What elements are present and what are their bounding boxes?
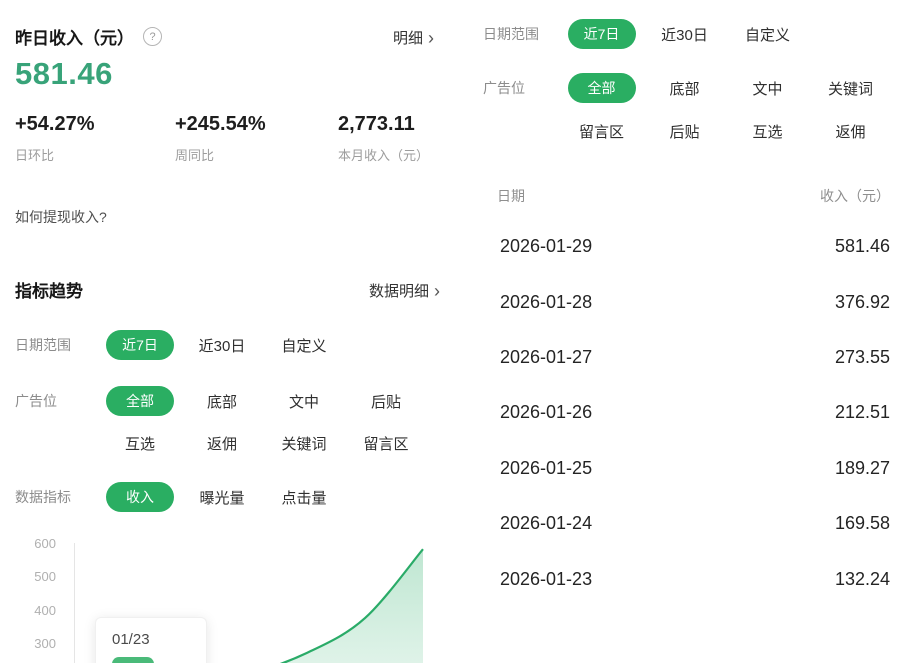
row-income: 189.27 (835, 458, 890, 479)
yesterday-income-title: 昨日收入（元） ? (15, 24, 162, 49)
option-post-roll[interactable]: 后贴 (669, 121, 699, 142)
option-all[interactable]: 全部 (106, 386, 174, 416)
detail-link-label: 明细 (393, 27, 423, 48)
option-keyword[interactable]: 关键词 (281, 433, 326, 454)
option-mutual[interactable]: 互选 (752, 121, 782, 142)
filter-ad-position: 广告位 全部 底部 文中 后贴 (0, 386, 427, 416)
option-last7days[interactable]: 近7日 (568, 19, 636, 49)
table-row: 2026-01-29 581.46 (460, 219, 912, 274)
table-row: 2026-01-23 132.24 (460, 551, 912, 606)
detail-link[interactable]: 明细 › (393, 27, 434, 48)
withdraw-help-link[interactable]: 如何提现收入? (15, 207, 107, 227)
help-icon[interactable]: ? (143, 27, 162, 46)
row-income: 169.58 (835, 513, 890, 534)
option-bottom[interactable]: 底部 (669, 78, 699, 99)
row-date: 2026-01-28 (500, 292, 592, 313)
table-row: 2026-01-27 273.55 (460, 330, 912, 385)
option-mutual[interactable]: 互选 (125, 433, 155, 454)
option-in-text[interactable]: 文中 (289, 391, 319, 412)
row-date: 2026-01-26 (500, 402, 592, 423)
row-date: 2026-01-23 (500, 569, 592, 590)
option-keyword[interactable]: 关键词 (828, 78, 873, 99)
option-post-roll[interactable]: 后贴 (371, 391, 401, 412)
stats-row: +54.27% 日环比 +245.54% 周同比 2,773.11 本月收入（元… (15, 113, 429, 164)
row-income: 581.46 (835, 236, 890, 257)
row-income: 273.55 (835, 347, 890, 368)
stat-day-over-day: +54.27% 日环比 (15, 113, 175, 164)
option-in-text[interactable]: 文中 (752, 78, 782, 99)
option-last7days[interactable]: 近7日 (106, 330, 174, 360)
chart-tooltip: 01/23 (95, 617, 207, 663)
yesterday-income-title-text: 昨日收入（元） (15, 24, 134, 49)
option-impressions[interactable]: 曝光量 (199, 487, 244, 508)
trend-chart[interactable]: 600 500 400 300 01/23 (0, 535, 440, 663)
option-all[interactable]: 全部 (568, 73, 636, 103)
stat-value: 2,773.11 (338, 113, 429, 136)
filter-ad-position: 广告位 全部 底部 文中 关键词 (460, 73, 892, 103)
option-rebate[interactable]: 返佣 (835, 121, 865, 142)
col-date: 日期 (497, 186, 525, 206)
row-income: 212.51 (835, 402, 890, 423)
stat-value: +54.27% (15, 113, 175, 136)
yesterday-amount: 581.46 (15, 56, 113, 92)
tooltip-date: 01/23 (112, 631, 206, 648)
option-last30days[interactable]: 近30日 (199, 335, 246, 356)
table-row: 2026-01-25 189.27 (460, 441, 912, 496)
filter-label: 广告位 (15, 391, 99, 411)
table-header: 日期 收入（元） (460, 186, 912, 206)
option-income[interactable]: 收入 (106, 482, 174, 512)
col-income: 收入（元） (820, 186, 890, 206)
row-income: 376.92 (835, 292, 890, 313)
option-bottom[interactable]: 底部 (207, 391, 237, 412)
option-custom[interactable]: 自定义 (745, 24, 790, 45)
y-tick: 400 (22, 603, 56, 619)
stat-label: 周同比 (175, 145, 338, 164)
stat-label: 本月收入（元） (338, 145, 429, 164)
y-tick: 500 (22, 569, 56, 585)
filter-date-range: 日期范围 近7日 近30日 自定义 (460, 19, 809, 49)
stat-value: +245.54% (175, 113, 338, 136)
panel-left: 昨日收入（元） ? 明细 › 581.46 +54.27% 日环比 +245.5… (0, 0, 440, 663)
ad-revenue-dashboard: 昨日收入（元） ? 明细 › 581.46 +54.27% 日环比 +245.5… (0, 0, 912, 663)
option-rebate[interactable]: 返佣 (207, 433, 237, 454)
filter-data-metric: 数据指标 收入 曝光量 点击量 (0, 482, 345, 512)
chevron-right-icon: › (428, 31, 434, 45)
option-clicks[interactable]: 点击量 (281, 487, 326, 508)
data-detail-link[interactable]: 数据明细 › (369, 280, 440, 301)
filter-label: 日期范围 (483, 24, 560, 44)
filter-label: 数据指标 (15, 487, 99, 507)
y-tick: 600 (22, 536, 56, 552)
table-row: 2026-01-26 212.51 (460, 385, 912, 440)
table-row: 2026-01-24 169.58 (460, 496, 912, 551)
filter-ad-position-row2: 互选 返佣 关键词 留言区 (0, 428, 427, 458)
option-comment-area[interactable]: 留言区 (363, 433, 408, 454)
tooltip-series-badge (112, 657, 154, 663)
row-income: 132.24 (835, 569, 890, 590)
row-date: 2026-01-27 (500, 347, 592, 368)
data-detail-link-label: 数据明细 (369, 280, 429, 301)
trend-title: 指标趋势 (15, 277, 83, 302)
filter-ad-position-row2: 留言区 后贴 互选 返佣 (460, 116, 892, 146)
y-tick: 300 (22, 636, 56, 652)
option-custom[interactable]: 自定义 (281, 335, 326, 356)
panel-right: 日期范围 近7日 近30日 自定义 广告位 全部 底部 文中 关键词 留言区 后… (460, 0, 912, 663)
stat-week-over-week: +245.54% 周同比 (175, 113, 338, 164)
row-date: 2026-01-29 (500, 236, 592, 257)
stat-label: 日环比 (15, 145, 175, 164)
chevron-right-icon: › (434, 284, 440, 298)
option-last30days[interactable]: 近30日 (661, 24, 708, 45)
stat-month-income: 2,773.11 本月收入（元） (338, 113, 429, 164)
trend-title-text: 指标趋势 (15, 277, 83, 302)
row-date: 2026-01-25 (500, 458, 592, 479)
filter-label: 日期范围 (15, 335, 99, 355)
filter-date-range: 日期范围 近7日 近30日 自定义 (0, 330, 345, 360)
option-comment-area[interactable]: 留言区 (579, 121, 624, 142)
row-date: 2026-01-24 (500, 513, 592, 534)
income-table: 2026-01-29 581.46 2026-01-28 376.92 2026… (460, 219, 912, 607)
table-row: 2026-01-28 376.92 (460, 274, 912, 329)
filter-label: 广告位 (483, 78, 560, 98)
